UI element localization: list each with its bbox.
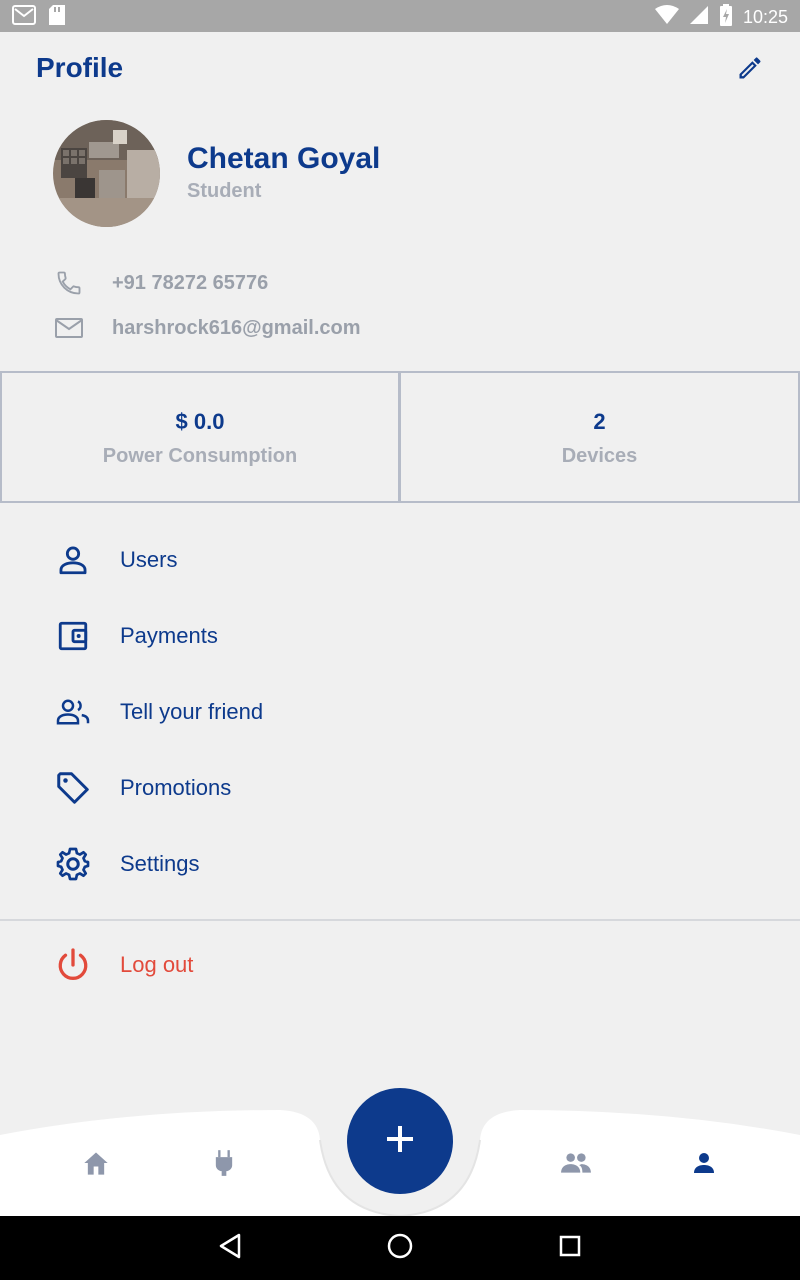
- stat-value: 2: [593, 409, 606, 434]
- email-row: harshrock616@gmail.com: [54, 313, 361, 343]
- battery-charging-icon: [719, 4, 733, 31]
- gear-icon: [54, 845, 92, 883]
- home-button[interactable]: [384, 1232, 416, 1264]
- pencil-icon: [736, 54, 764, 87]
- avatar[interactable]: [53, 120, 160, 227]
- edit-profile-button[interactable]: [732, 52, 768, 88]
- menu-item-label: Settings: [120, 851, 200, 876]
- power-icon: [54, 946, 92, 984]
- back-triangle-icon: [217, 1232, 243, 1265]
- logout-label: Log out: [120, 952, 194, 977]
- back-button[interactable]: [214, 1232, 246, 1264]
- recents-button[interactable]: [554, 1232, 586, 1264]
- stat-label: Devices: [561, 445, 638, 467]
- sd-card-icon: [48, 4, 66, 31]
- wifi-icon: [654, 5, 679, 30]
- nav-devices[interactable]: [194, 1145, 254, 1185]
- status-bar: 10:25: [0, 0, 800, 32]
- logout-button[interactable]: Log out: [54, 940, 754, 990]
- mail-icon: [54, 313, 84, 343]
- phone-icon: [54, 268, 84, 298]
- wallet-icon: [54, 617, 92, 655]
- nav-profile[interactable]: [674, 1145, 734, 1185]
- menu-item-label: Payments: [120, 623, 218, 648]
- nav-group[interactable]: [546, 1145, 606, 1185]
- menu-item-tell-your-friend[interactable]: Tell your friend: [54, 687, 754, 737]
- group-icon: [560, 1152, 592, 1179]
- tag-icon: [54, 769, 92, 807]
- menu-item-users[interactable]: Users: [54, 535, 754, 585]
- phone-row: +91 78272 65776: [54, 268, 268, 298]
- stat-value: $ 0.0: [175, 409, 225, 434]
- user-icon: [54, 541, 92, 579]
- power-consumption-stat[interactable]: $ 0.0 Power Consumption: [0, 371, 400, 503]
- divider: [0, 919, 800, 921]
- add-icon: [384, 1123, 416, 1160]
- stat-label: Power Consumption: [102, 445, 298, 467]
- menu-item-label: Users: [120, 547, 178, 572]
- page-title: Profile: [36, 52, 124, 83]
- home-icon: [82, 1150, 110, 1181]
- gmail-notification-icon: [12, 5, 36, 30]
- phone-number[interactable]: +91 78272 65776: [112, 272, 268, 295]
- user-name: Chetan Goyal: [187, 142, 381, 175]
- nav-home[interactable]: [66, 1145, 126, 1185]
- devices-stat[interactable]: 2 Devices: [399, 371, 800, 503]
- menu-item-promotions[interactable]: Promotions: [54, 763, 754, 813]
- email-address[interactable]: harshrock616@gmail.com: [112, 317, 361, 340]
- people-icon: [54, 693, 92, 731]
- add-button[interactable]: [347, 1088, 453, 1194]
- android-nav-bar: [0, 1216, 800, 1280]
- user-role: Student: [187, 180, 262, 202]
- status-time: 10:25: [742, 7, 788, 27]
- plug-icon: [213, 1149, 235, 1182]
- recents-square-icon: [558, 1234, 582, 1263]
- signal-icon: [689, 5, 709, 30]
- menu-item-label: Promotions: [120, 775, 232, 800]
- menu-item-payments[interactable]: Payments: [54, 611, 754, 661]
- home-circle-icon: [386, 1232, 414, 1265]
- menu-item-label: Tell your friend: [120, 699, 264, 724]
- menu-item-settings[interactable]: Settings: [54, 839, 754, 889]
- person-icon: [692, 1151, 716, 1180]
